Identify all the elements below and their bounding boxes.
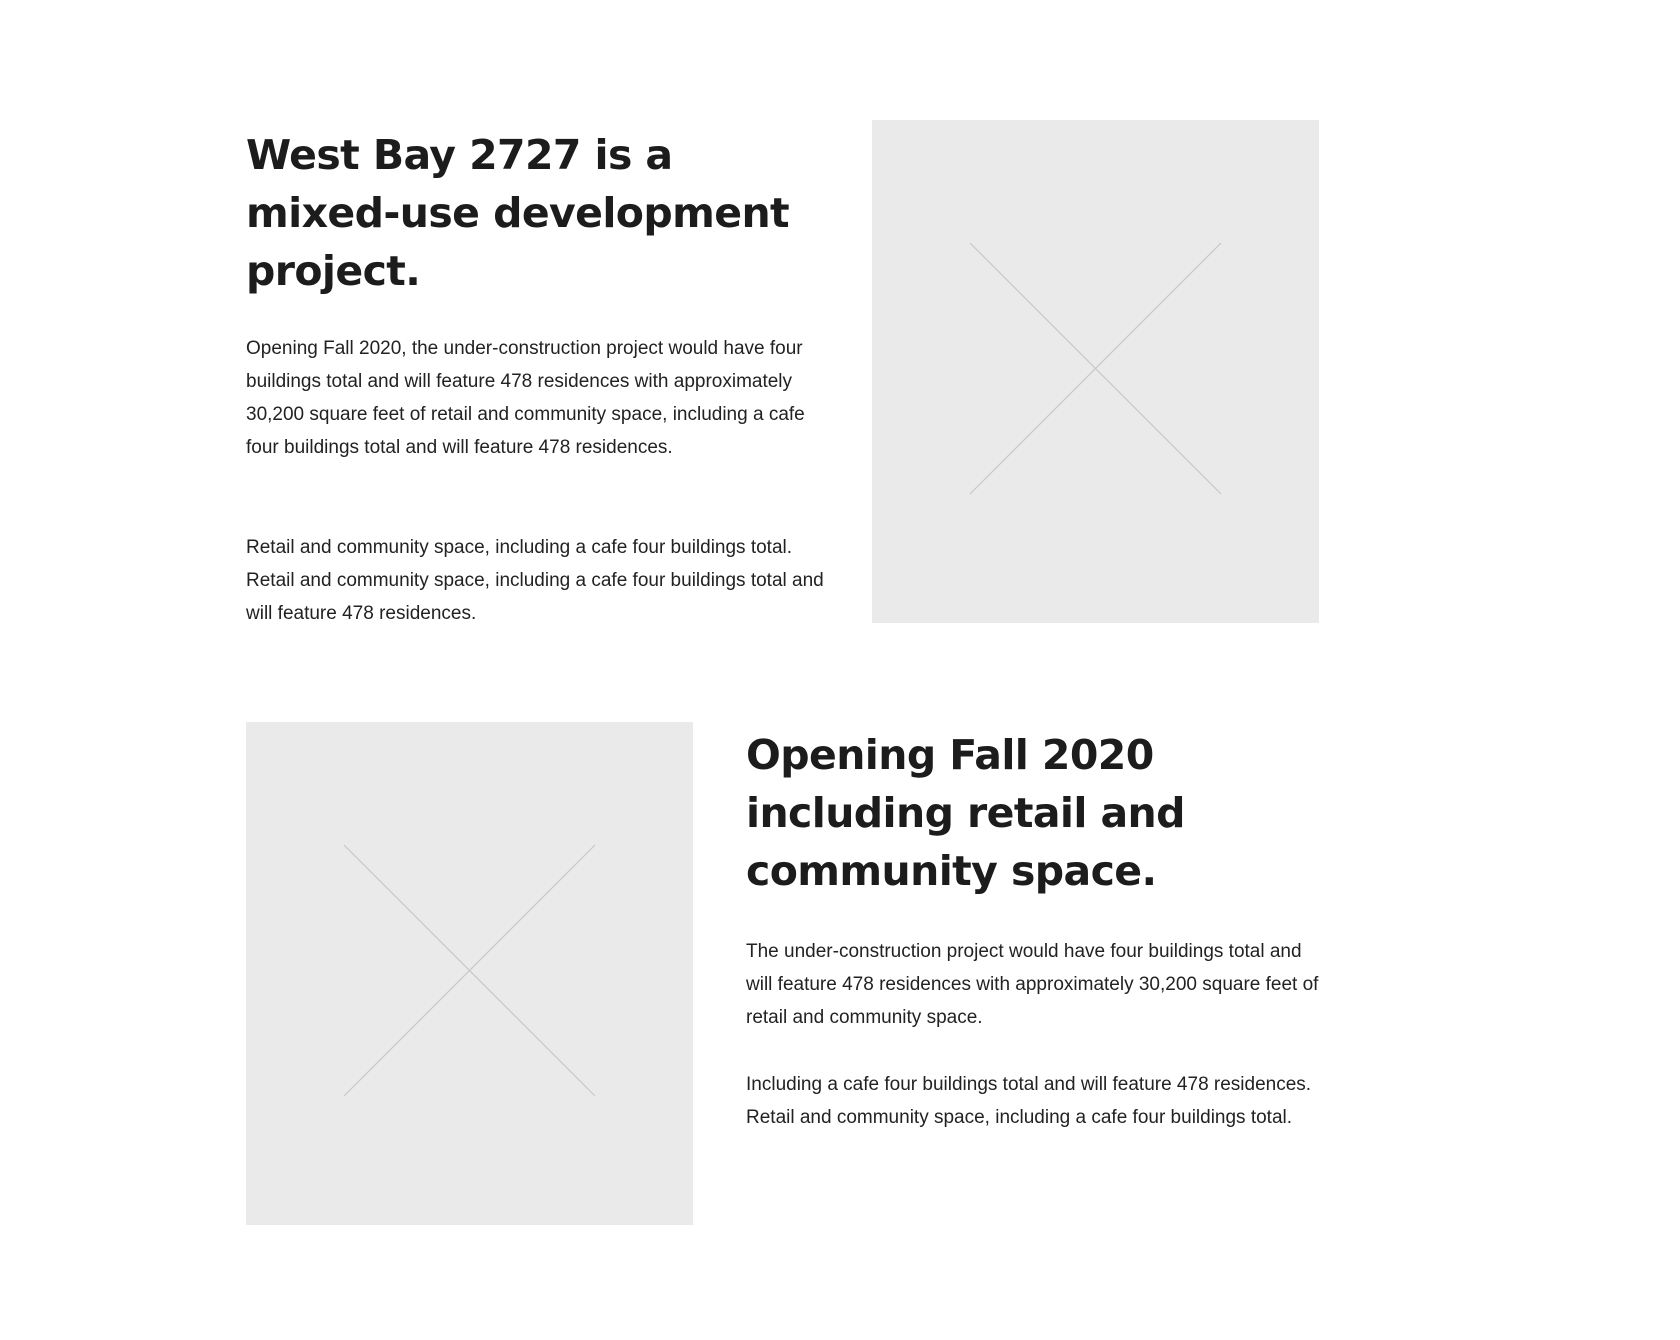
section-one-paragraph-2: Retail and community space, including a …	[246, 537, 824, 624]
section-two-paragraph-2: Including a cafe four buildings total an…	[746, 1074, 1312, 1128]
image-placeholder-icon	[343, 844, 596, 1097]
section-two-paragraph-1: The under-construction project would hav…	[746, 941, 1319, 1028]
section-two-heading: Opening Fall 2020 including retail and c…	[746, 731, 1185, 895]
image-placeholder-icon	[969, 242, 1222, 495]
section-one-heading: West Bay 2727 is a mixed-use development…	[246, 131, 790, 295]
section-one-image-placeholder	[872, 120, 1319, 623]
section-one-paragraph-1: Opening Fall 2020, the under-constructio…	[246, 338, 805, 458]
section-two-image-placeholder	[246, 722, 693, 1225]
